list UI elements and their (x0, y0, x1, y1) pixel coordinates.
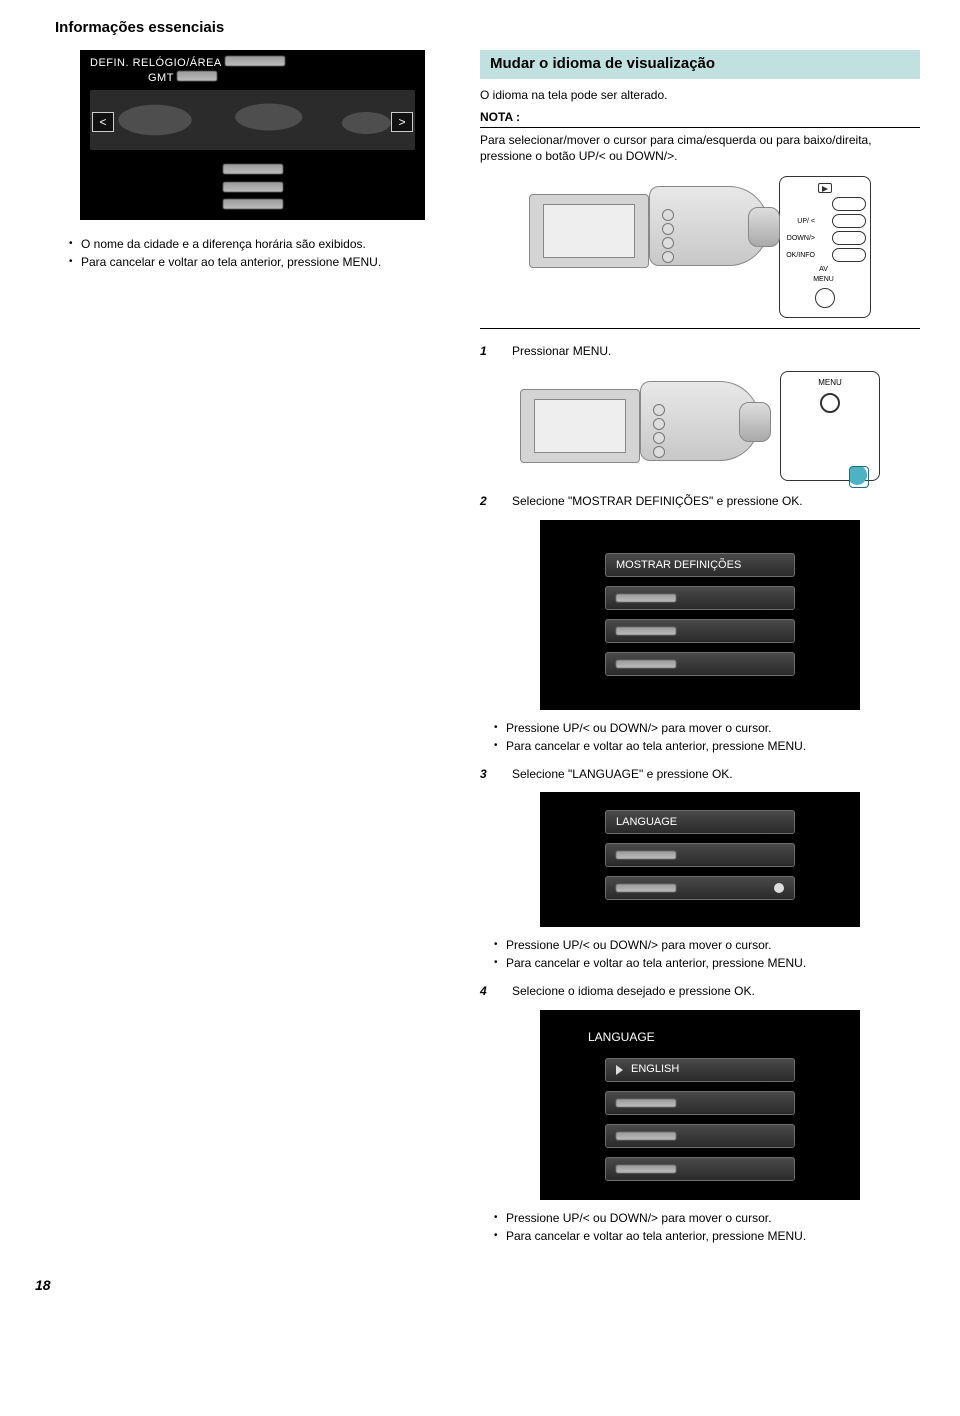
step-number: 3 (480, 766, 498, 782)
menu-ring-icon (820, 393, 840, 413)
clock-area-screen: DEFIN. RELÓGIO/ÁREA GMT < > (80, 50, 425, 220)
step2-bullets: Pressione UP/< ou DOWN/> para mover o cu… (494, 720, 920, 754)
play-marker-icon (616, 1065, 623, 1075)
label-down: DOWN/> (784, 234, 818, 243)
page-number: 18 (35, 1276, 51, 1295)
step-number: 4 (480, 983, 498, 999)
menu-item-blur (605, 619, 795, 643)
blur-placeholder (177, 71, 217, 81)
menu-item-blur (605, 1091, 795, 1115)
menu-title-language: LANGUAGE (588, 1029, 655, 1045)
top-pill (832, 197, 866, 211)
menu-item-blur (605, 843, 795, 867)
play-icon (818, 183, 832, 193)
menu-item-blur (605, 1124, 795, 1148)
label-av: AV (808, 265, 842, 274)
nota-label: NOTA : (480, 109, 920, 125)
step-1: 1 Pressionar MENU. (480, 343, 920, 359)
step-1-text: Pressionar MENU. (512, 343, 920, 359)
side-button-panel: UP/ < DOWN/> OK/INFO AV MENU (779, 176, 871, 318)
menu-ring-button (815, 288, 835, 308)
device-menu-2: LANGUAGE (540, 792, 860, 927)
label-up: UP/ < (784, 217, 818, 226)
section-heading: Mudar o idioma de visualização (480, 50, 920, 78)
camcorder-diagram-2: MENU (480, 371, 920, 481)
ok-button (832, 248, 866, 262)
menu-item-blur (605, 586, 795, 610)
step-3: 3 Selecione "LANGUAGE" e pressione OK. (480, 766, 920, 782)
step-4-text: Selecione o idioma desejado e pressione … (512, 983, 920, 999)
menu-item-language[interactable]: LANGUAGE (605, 810, 795, 834)
left-info-bullets: O nome da cidade e a diferença horária s… (69, 236, 450, 270)
device-menu-3: LANGUAGE ENGLISH (540, 1010, 860, 1200)
left-column: DEFIN. RELÓGIO/ÁREA GMT < > O nome da ci… (55, 50, 450, 1246)
step2-bullet-a: Pressione UP/< ou DOWN/> para mover o cu… (494, 720, 920, 736)
down-button (832, 231, 866, 245)
menu-item-blur (605, 652, 795, 676)
nav-left-icon[interactable]: < (92, 112, 114, 132)
left-bullet-1: O nome da cidade e a diferença horária s… (69, 236, 450, 252)
menu-item-mostrar[interactable]: MOSTRAR DEFINIÇÕES (605, 553, 795, 577)
lcd-gmt: GMT (148, 72, 174, 84)
step-3-text: Selecione "LANGUAGE" e pressione OK. (512, 766, 920, 782)
step2-bullet-b: Para cancelar e voltar ao tela anterior,… (494, 738, 920, 754)
nav-right-icon[interactable]: > (391, 112, 413, 132)
separator (480, 328, 920, 329)
menu-item-blur (605, 876, 795, 900)
menu-item-english[interactable]: ENGLISH (605, 1058, 795, 1082)
camcorder-diagram-1: UP/ < DOWN/> OK/INFO AV MENU (480, 176, 920, 318)
up-button (832, 214, 866, 228)
step-2: 2 Selecione "MOSTRAR DEFINIÇÕES" e press… (480, 493, 920, 509)
step-number: 1 (480, 343, 498, 359)
lcd-title: DEFIN. RELÓGIO/ÁREA (90, 57, 221, 69)
step4-bullet-b: Para cancelar e voltar ao tela anterior,… (494, 1228, 920, 1244)
step-4: 4 Selecione o idioma desejado e pression… (480, 983, 920, 999)
step-number: 2 (480, 493, 498, 509)
label-ok: OK/INFO (784, 251, 818, 260)
label-menu: MENU (808, 275, 842, 284)
step3-bullet-b: Para cancelar e voltar ao tela anterior,… (494, 955, 920, 971)
step3-bullet-a: Pressione UP/< ou DOWN/> para mover o cu… (494, 937, 920, 953)
step4-bullet-a: Pressione UP/< ou DOWN/> para mover o cu… (494, 1210, 920, 1226)
blur-placeholder (225, 56, 285, 66)
lcd-bottom-placeholders (80, 161, 425, 215)
world-map-graphic (90, 90, 415, 150)
device-menu-1: MOSTRAR DEFINIÇÕES (540, 520, 860, 710)
left-bullet-2: Para cancelar e voltar ao tela anterior,… (69, 254, 450, 270)
step4-bullets: Pressione UP/< ou DOWN/> para mover o cu… (494, 1210, 920, 1244)
step-2-text: Selecione "MOSTRAR DEFINIÇÕES" e pressio… (512, 493, 920, 509)
right-column: Mudar o idioma de visualização O idioma … (480, 50, 920, 1246)
nota-divider (480, 127, 920, 128)
menu-item-blur (605, 1157, 795, 1181)
menu-small-label: MENU (787, 378, 873, 389)
step3-bullets: Pressione UP/< ou DOWN/> para mover o cu… (494, 937, 920, 971)
menu-press-panel: MENU (780, 371, 880, 481)
section-intro: O idioma na tela pode ser alterado. (480, 87, 920, 103)
nota-text: Para selecionar/mover o cursor para cima… (480, 132, 920, 164)
page-header: Informações essenciais (55, 18, 920, 38)
